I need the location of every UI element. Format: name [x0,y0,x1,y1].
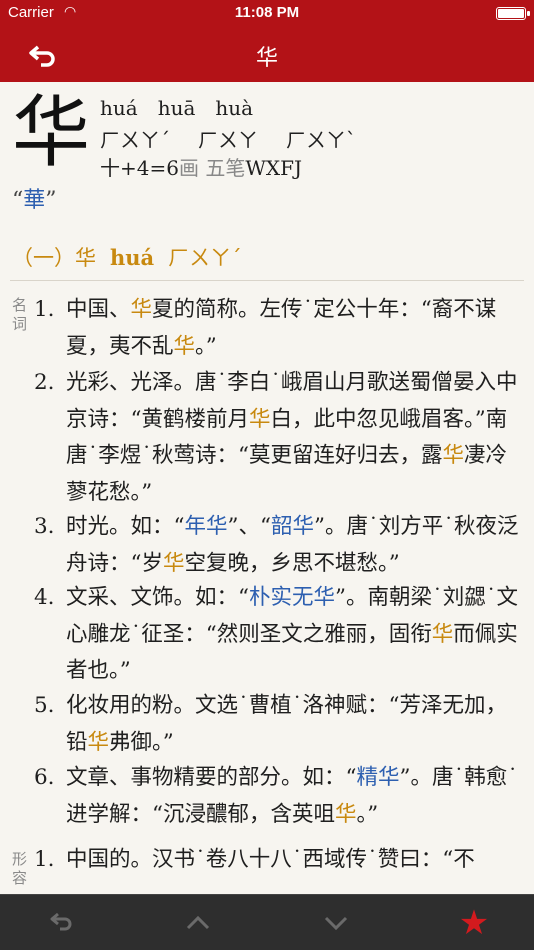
reading-zhuyin: ㄏㄨㄚˊ [168,246,242,270]
zhuyin-item: ㄏㄨㄚ [198,128,258,152]
pinyin-list: huá huā huà [100,96,273,120]
keyword-link[interactable]: 年华 [185,514,228,539]
pos-label: 形容 [12,850,28,887]
back-icon[interactable] [42,903,82,943]
wubi-label: 五笔 [205,156,246,180]
zhuyin-item: ㄏㄨㄚˋ [286,128,356,152]
definition-item: 4. 文采、文饰。如：“朴实无华”。南朝梁˙刘勰˙文心雕龙˙征圣：“然则圣文之雅… [34,585,519,683]
zhuyin-list: ㄏㄨㄚˊ ㄏㄨㄚ ㄏㄨㄚˋ [100,124,384,153]
status-bar: Carrier ◠ 11:08 PM [0,0,534,27]
divider [10,280,524,281]
traditional-char[interactable]: 華 [23,188,45,213]
pinyin-item: huà [215,96,254,120]
pinyin-item: huá [100,96,138,120]
pos-label: 名词 [12,296,28,333]
chevron-up-icon[interactable] [178,903,218,943]
chevron-down-icon[interactable] [316,903,356,943]
star-icon[interactable]: ★ [454,903,494,943]
keyword-link[interactable]: 朴实无华 [249,585,335,610]
entry-content[interactable]: 华 huá huā huà ㄏㄨㄚˊ ㄏㄨㄚ ㄏㄨㄚˋ 十+4=6画 五笔WXFJ “華… [0,82,534,894]
zhuyin-item: ㄏㄨㄚˊ [100,128,170,152]
battery-icon [496,7,530,20]
status-time: 11:08 PM [234,4,300,21]
radical: 十 [100,156,120,180]
bottom-toolbar: ★ [0,894,534,950]
reading-index: （一）华 [12,246,96,270]
keyword-link[interactable]: 韶华 [271,514,314,539]
headword: 华 [12,88,91,178]
traditional-form[interactable]: “華” [12,182,57,214]
definition-item: 1. 中国、华夏的简称。左传˙定公十年：“裔不谋夏，夷不乱华。” [34,297,497,359]
definition-item: 1. 中国的。汉书˙卷八十八˙西域传˙赞曰：“不 [34,847,475,872]
definition-item: 5. 化妆用的粉。文选˙曹植˙洛神赋：“芳泽无加，铅华弗御。” [34,693,507,755]
reading-pinyin: huá [110,245,155,270]
wubi-code: WXFJ [245,156,303,180]
page-title: 华 [255,46,278,71]
nav-bar: 华 [0,27,534,82]
keyword-link[interactable]: 精华 [357,765,400,790]
stroke-count: +4=6 [120,156,179,180]
pinyin-item: huā [157,96,196,120]
definition-item: 6. 文章、事物精要的部分。如：“精华”。唐˙韩愈˙进学解：“沉浸醲郁，含英咀华… [34,765,519,827]
reading-heading: （一）华 huá ㄏㄨㄚˊ [12,242,256,272]
stroke-unit: 画 [178,156,199,180]
definition-item: 2. 光彩、光泽。唐˙李白˙峨眉山月歌送蜀僧晏入中京诗：“黄鹤楼前月华白，此中忽… [34,370,518,505]
definition-item: 3. 时光。如：“年华”、“韶华”。唐˙刘方平˙秋夜泛舟诗：“岁华空复晚，乡思不… [34,514,519,576]
stroke-info: 十+4=6画 五笔WXFJ [100,152,302,181]
